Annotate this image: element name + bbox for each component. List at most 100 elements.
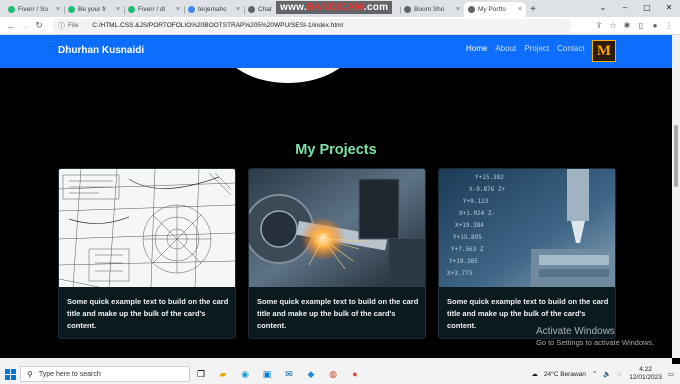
weather-text[interactable]: 24°C Berawan <box>544 371 586 378</box>
url-text[interactable]: C:/HTML.CSS.&JS/PORTOFOLIO%20BOOTSTRAP%2… <box>92 22 343 29</box>
close-icon[interactable]: × <box>176 6 180 13</box>
network-icon[interactable]: ◌ <box>617 371 621 378</box>
activate-subtitle: Go to Settings to activate Windows. <box>536 338 655 347</box>
mail-icon[interactable]: ✉ <box>278 364 300 384</box>
tab-search-icon[interactable]: ⌄ <box>592 0 614 15</box>
browser-tab[interactable]: terjemahc × <box>184 2 244 17</box>
share-icon[interactable]: ⇪ <box>592 21 606 30</box>
tab-favicon <box>404 6 411 13</box>
navbar-brand[interactable]: Dhurhan Kusnaidi <box>58 45 144 56</box>
bookmark-star-icon[interactable]: ☆ <box>606 21 620 30</box>
project-card: Some quick example text to build on the … <box>58 168 236 339</box>
info-icon[interactable]: ⓘ <box>58 21 65 31</box>
project-card: Some quick example text to build on the … <box>248 168 426 339</box>
card-image-cnc: Y+15.382 X-9.876 Z+ Y+9.123 X+1.024 Z- X… <box>439 169 615 287</box>
svg-text:Y+15.382: Y+15.382 <box>475 174 504 181</box>
nav-project[interactable]: Project <box>524 44 549 53</box>
scrollbar-thumb[interactable] <box>674 125 678 187</box>
chrome-icon[interactable]: ◍ <box>322 364 344 384</box>
browser-toolbar: ← → ↻ ⓘ File | C:/HTML.CSS.&JS/PORTOFOLI… <box>0 17 680 35</box>
nav-home[interactable]: Home <box>466 44 487 53</box>
weather-icon[interactable]: ☁ <box>531 370 538 378</box>
watermark-brand: BANDICAM <box>306 2 364 13</box>
browser-tools: ⇪ ☆ ✱ ▯ ● ⋮ <box>592 21 676 30</box>
store-icon[interactable]: ▣ <box>256 364 278 384</box>
recorder-app-icon[interactable]: ● <box>344 364 366 384</box>
browser-tab-active[interactable]: My Portfo × <box>464 2 526 17</box>
watermark-prefix: www. <box>280 2 307 13</box>
system-tray: ☁ 24°C Berawan ⌃ 🔈 ◌ 4:22 12/01/2023 ▭ <box>525 366 680 382</box>
card-image-lathe <box>249 169 425 287</box>
forward-arrow-icon[interactable]: → <box>18 21 32 31</box>
card-text: Some quick example text to build on the … <box>67 297 229 330</box>
svg-text:Y+7.563 Z: Y+7.563 Z <box>451 246 484 253</box>
browser-tab[interactable]: Boom Sho × <box>400 2 464 17</box>
activate-windows-watermark: Activate Windows Go to Settings to activ… <box>536 326 654 347</box>
nav-about[interactable]: About <box>495 44 516 53</box>
maximize-icon[interactable]: ▢ <box>636 0 658 15</box>
svg-text:X+1.024 Z-: X+1.024 Z- <box>459 210 495 217</box>
search-placeholder: Type here to search <box>38 370 101 378</box>
tab-title: Boom Sho <box>414 6 445 13</box>
file-label: File <box>68 22 79 29</box>
side-panel-icon[interactable]: ▯ <box>634 21 648 30</box>
reload-icon[interactable]: ↻ <box>32 20 46 31</box>
back-arrow-icon[interactable]: ← <box>4 21 18 31</box>
taskbar-search[interactable]: ⚲ Type here to search <box>20 366 190 382</box>
browser-tab[interactable]: Be your fr × <box>64 2 124 17</box>
tab-favicon <box>8 6 15 13</box>
divider: | <box>84 22 87 29</box>
svg-text:X+3.773: X+3.773 <box>447 270 473 277</box>
section-title: My Projects <box>295 142 377 158</box>
start-button[interactable] <box>0 364 20 384</box>
close-icon[interactable]: × <box>116 6 120 13</box>
clock-date: 12/01/2023 <box>629 374 662 381</box>
close-icon[interactable]: × <box>236 6 240 13</box>
address-bar[interactable]: ⓘ File | C:/HTML.CSS.&JS/PORTOFOLIO%20BO… <box>52 18 572 33</box>
clock-time: 4:22 <box>639 366 652 373</box>
navbar: Dhurhan Kusnaidi Home About Project Cont… <box>0 35 672 68</box>
menu-icon[interactable]: ⋮ <box>662 21 676 30</box>
browser-tab[interactable]: Fiverr / So × <box>4 2 64 17</box>
minimize-icon[interactable]: – <box>614 0 636 15</box>
card-image-blueprint <box>59 169 235 287</box>
speaker-icon[interactable]: 🔈 <box>603 370 611 378</box>
notification-icon[interactable]: ▭ <box>668 370 674 378</box>
tab-favicon <box>68 6 75 13</box>
close-window-icon[interactable]: ✕ <box>658 0 680 15</box>
window-controls: ⌄ – ▢ ✕ <box>592 0 680 15</box>
card-text: Some quick example text to build on the … <box>257 297 419 330</box>
svg-text:Y+19.385: Y+19.385 <box>449 258 478 265</box>
tab-favicon <box>188 6 195 13</box>
tray-arrow-icon[interactable]: ⌃ <box>592 370 597 378</box>
svg-text:X-9.876 Z+: X-9.876 Z+ <box>469 186 506 193</box>
project-card: Y+15.382 X-9.876 Z+ Y+9.123 X+1.024 Z- X… <box>438 168 616 339</box>
tab-title: Be your fr <box>78 6 107 13</box>
screen: Fiverr / So × Be your fr × Fiverr / dl × te… <box>0 0 680 384</box>
svg-text:X+19.384: X+19.384 <box>455 222 484 229</box>
browser-tab[interactable]: Fiverr / dl × <box>124 2 184 17</box>
new-tab-button[interactable]: + <box>526 2 540 17</box>
page-viewport: Dhurhan Kusnaidi Home About Project Cont… <box>0 35 672 358</box>
file-explorer-icon[interactable]: ▰ <box>212 364 234 384</box>
vscode-icon[interactable]: ◆ <box>300 364 322 384</box>
close-icon[interactable]: × <box>456 6 460 13</box>
tab-favicon <box>468 6 475 13</box>
close-icon[interactable]: × <box>518 6 522 13</box>
nav-contact[interactable]: Contact <box>557 44 585 53</box>
svg-text:Y+15.895: Y+15.895 <box>453 234 482 241</box>
task-view-icon[interactable]: ❐ <box>190 364 212 384</box>
tab-title: My Portfo <box>478 6 506 13</box>
vertical-scrollbar[interactable] <box>672 35 680 358</box>
site-logo[interactable]: M <box>592 40 616 62</box>
clock[interactable]: 4:22 12/01/2023 <box>629 366 662 382</box>
profile-icon[interactable]: ● <box>648 21 662 30</box>
svg-text:Y+9.123: Y+9.123 <box>463 198 489 205</box>
tab-favicon <box>248 6 255 13</box>
close-icon[interactable]: × <box>56 6 60 13</box>
tab-title: terjemahc <box>198 6 227 13</box>
edge-icon[interactable]: ◉ <box>234 364 256 384</box>
extensions-icon[interactable]: ✱ <box>620 21 634 30</box>
search-icon: ⚲ <box>27 369 33 379</box>
logo-letter: M <box>596 42 612 59</box>
